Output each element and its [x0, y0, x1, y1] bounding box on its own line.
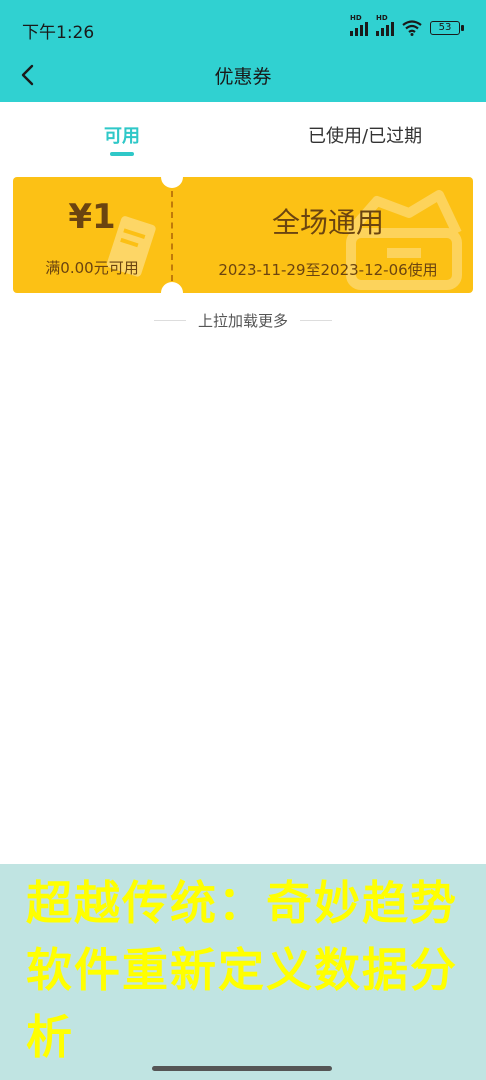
tab-available[interactable]: 可用 — [104, 122, 140, 156]
coupon-divider — [171, 191, 173, 281]
coupon-notch — [161, 177, 183, 188]
coupon-amount: ¥1 — [68, 197, 116, 237]
load-more-hint: 上拉加载更多 — [0, 308, 486, 332]
home-indicator[interactable] — [152, 1066, 332, 1071]
tab-used-expired[interactable]: 已使用/已过期 — [308, 122, 422, 148]
tab-label: 已使用/已过期 — [308, 126, 423, 147]
coupon-scope: 全场通用 — [271, 206, 384, 239]
status-icons: HD HD 53 — [350, 14, 464, 38]
signal-icon: HD — [376, 14, 394, 36]
tab-active-indicator — [110, 152, 134, 156]
coupon-notch — [161, 282, 183, 293]
signal-icon: HD — [350, 14, 368, 36]
load-more-text: 上拉加载更多 — [197, 311, 288, 330]
divider-line — [300, 319, 332, 321]
ad-banner[interactable]: 超越传统：奇妙趋势软件重新定义数据分析 — [0, 864, 486, 1080]
tab-bar: 可用 已使用/已过期 — [0, 102, 486, 164]
battery-icon: 53 — [430, 21, 464, 35]
status-time: 下午1:26 — [22, 23, 95, 43]
page-title: 优惠券 — [214, 66, 272, 88]
divider-line — [153, 319, 186, 321]
coupon-card[interactable]: ¥1 满0.00元可用 全场通用 2023-11-29至2023-12-06使用 — [13, 177, 473, 293]
coupon-validity: 2023-11-29至2023-12-06使用 — [218, 261, 438, 279]
coupon-condition: 满0.00元可用 — [45, 259, 139, 277]
banner-text: 超越传统：奇妙趋势软件重新定义数据分析 — [26, 876, 458, 1064]
wifi-icon — [402, 20, 422, 36]
nav-bar: 优惠券 — [0, 52, 486, 102]
app-header: 下午1:26 HD HD 53 优惠券 — [0, 0, 486, 102]
status-bar: 下午1:26 HD HD 53 — [0, 0, 486, 52]
page: 下午1:26 HD HD 53 优惠券 可用 已使用/已过期 ¥1 满0.00元… — [0, 0, 486, 1080]
tab-label: 可用 — [104, 126, 140, 147]
